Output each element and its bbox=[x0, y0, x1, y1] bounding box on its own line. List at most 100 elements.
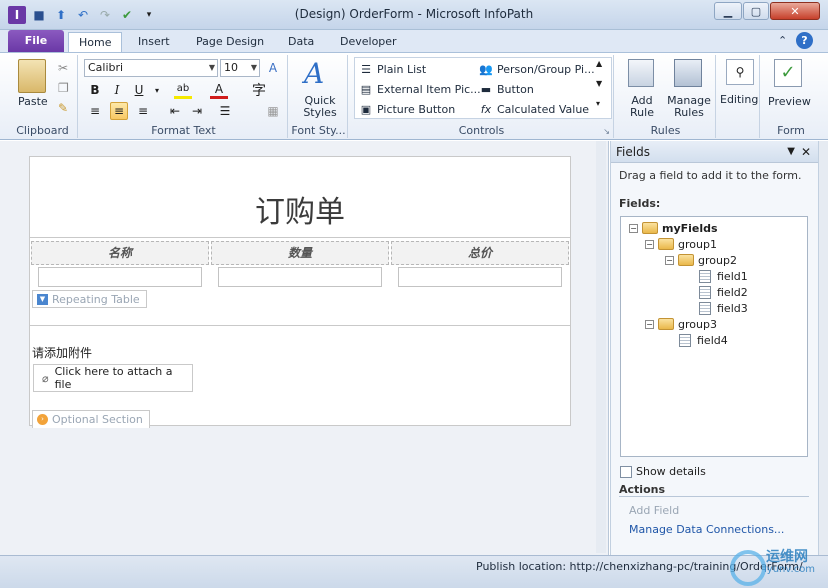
underline-icon[interactable]: U bbox=[130, 81, 148, 99]
cell-quantity-input[interactable] bbox=[218, 267, 382, 287]
window-title: (Design) OrderForm - Microsoft InfoPath bbox=[294, 7, 534, 21]
tree-node-field3[interactable]: field3 bbox=[699, 300, 748, 316]
paste-icon[interactable] bbox=[18, 59, 46, 93]
pane-menu-icon[interactable]: ▼ bbox=[787, 141, 795, 163]
format-text-group: Calibri ▼ 10 ▼ A B I U ▾ ab A 字 ≡ ≡ ≡ ⇤ ⇥ … bbox=[80, 55, 288, 138]
align-right-icon[interactable]: ≡ bbox=[134, 102, 152, 120]
add-rule-button[interactable]: Add Rule bbox=[626, 95, 658, 119]
tree-node-field1[interactable]: field1 bbox=[699, 268, 748, 284]
control-person-group-picker[interactable]: 👥 Person/Group Pi... bbox=[478, 61, 594, 77]
highlight-icon[interactable]: ab bbox=[174, 81, 192, 99]
paste-button[interactable]: Paste bbox=[18, 95, 48, 108]
tree-node-group1[interactable]: − group1 bbox=[645, 236, 717, 252]
editing-button[interactable]: Editing bbox=[720, 93, 758, 106]
collapse-icon[interactable]: − bbox=[665, 255, 674, 265]
format-painter-icon[interactable]: ✎ bbox=[58, 101, 68, 115]
column-header-name[interactable]: 名称 bbox=[31, 241, 209, 265]
cell-total-input[interactable] bbox=[398, 267, 562, 287]
fields-tree[interactable]: − myFields − group1− group2 field1 field2 field… bbox=[620, 216, 808, 457]
close-icon[interactable]: ✕ bbox=[801, 141, 811, 163]
manage-rules-button[interactable]: Manage Rules bbox=[666, 95, 712, 119]
form-template[interactable]: 订购单 名称 数量 总价 ▼ Repeating Table 请添加附件 ⌀ C… bbox=[29, 156, 571, 428]
optional-section-label: Optional Section bbox=[52, 413, 143, 426]
font-size-value: 10 bbox=[224, 61, 238, 74]
optional-section-tag[interactable]: › Optional Section bbox=[32, 410, 150, 428]
close-button[interactable]: ✕ bbox=[770, 2, 820, 20]
minimize-button[interactable]: ▁ bbox=[714, 2, 742, 20]
file-attachment-control[interactable]: ⌀ Click here to attach a file bbox=[33, 364, 193, 392]
chevron-down-icon[interactable]: ▾ bbox=[148, 81, 166, 99]
clear-formatting-icon[interactable]: A bbox=[264, 59, 282, 77]
tab-file[interactable]: File bbox=[8, 30, 64, 52]
manage-data-connections-link[interactable]: Manage Data Connections... bbox=[629, 523, 784, 536]
column-header-total[interactable]: 总价 bbox=[391, 241, 569, 265]
preview-button[interactable]: Preview bbox=[768, 95, 811, 108]
pane-scrollbar[interactable] bbox=[818, 141, 828, 555]
collapse-icon[interactable]: − bbox=[629, 223, 638, 233]
form-title[interactable]: 订购单 bbox=[30, 187, 570, 231]
fields-task-pane: Fields ▼ ✕ Drag a field to add it to the… bbox=[610, 141, 819, 555]
font-name-select[interactable]: Calibri ▼ bbox=[84, 59, 218, 77]
tree-node-field4[interactable]: field4 bbox=[679, 332, 728, 348]
quick-styles-button[interactable]: Quick Styles bbox=[302, 95, 338, 119]
show-details-checkbox[interactable]: Show details bbox=[620, 465, 706, 478]
picture-button-icon: ▣ bbox=[360, 102, 372, 116]
add-field-link[interactable]: Add Field bbox=[629, 504, 679, 517]
cut-icon[interactable]: ✂ bbox=[58, 61, 68, 75]
add-rule-icon[interactable] bbox=[628, 59, 654, 87]
font-color-icon[interactable]: A bbox=[210, 81, 228, 99]
tab-insert[interactable]: Insert bbox=[128, 32, 180, 52]
tree-node-group3[interactable]: − group3 bbox=[645, 316, 717, 332]
font-size-select[interactable]: 10 ▼ bbox=[220, 59, 260, 77]
control-plain-list[interactable]: ☰ Plain List bbox=[358, 61, 426, 77]
control-button[interactable]: ▬ Button bbox=[478, 81, 534, 97]
tree-node-myfields[interactable]: − myFields bbox=[629, 220, 718, 236]
fields-hint: Drag a field to add it to the form. bbox=[619, 169, 802, 182]
tree-node-group2[interactable]: − group2 bbox=[665, 252, 737, 268]
tree-node-field2[interactable]: field2 bbox=[699, 284, 748, 300]
format-text-group-label: Format Text bbox=[151, 124, 216, 137]
binoculars-icon[interactable]: ⚲ bbox=[726, 59, 754, 85]
repeating-table-tag[interactable]: ▼ Repeating Table bbox=[32, 290, 147, 308]
align-left-icon[interactable]: ≡ bbox=[86, 102, 104, 120]
gallery-more-icon[interactable]: ▾ bbox=[596, 99, 600, 108]
control-picture-button[interactable]: ▣ Picture Button bbox=[358, 101, 455, 117]
tree-node-label: field2 bbox=[717, 285, 748, 299]
control-external-item-picker[interactable]: ▤ External Item Pic... bbox=[358, 81, 481, 97]
checkbox-icon bbox=[620, 465, 632, 478]
attach-button-label: Click here to attach a file bbox=[54, 365, 173, 391]
gallery-scroll-up-icon[interactable]: ▲ bbox=[596, 59, 602, 68]
cell-name-input[interactable] bbox=[38, 267, 202, 287]
bullets-icon[interactable]: ☰ bbox=[216, 102, 234, 120]
control-picture-button-label: Picture Button bbox=[377, 102, 456, 116]
field-icon bbox=[679, 333, 691, 347]
italic-icon[interactable]: I bbox=[108, 81, 126, 99]
dialog-launcher-icon[interactable]: ↘ bbox=[603, 127, 610, 136]
control-calculated-value[interactable]: fx Calculated Value bbox=[478, 101, 589, 117]
copy-icon[interactable]: ❐ bbox=[58, 81, 69, 95]
canvas-scrollbar[interactable] bbox=[596, 141, 606, 553]
increase-indent-icon[interactable]: ⇥ bbox=[188, 102, 206, 120]
maximize-button[interactable]: ▢ bbox=[743, 2, 769, 20]
collapse-icon[interactable]: − bbox=[645, 239, 654, 249]
help-icon[interactable]: ? bbox=[796, 32, 813, 49]
ribbon: Paste ✂ ❐ ✎ Clipboard Calibri ▼ 10 ▼ A B I… bbox=[0, 52, 828, 140]
collapse-icon[interactable]: − bbox=[645, 319, 654, 329]
column-header-quantity[interactable]: 数量 bbox=[211, 241, 389, 265]
decrease-indent-icon[interactable]: ⇤ bbox=[166, 102, 184, 120]
tab-page-design[interactable]: Page Design bbox=[186, 32, 274, 52]
minimize-ribbon-icon[interactable]: ⌃ bbox=[778, 34, 787, 47]
manage-rules-icon[interactable] bbox=[674, 59, 702, 87]
preview-icon[interactable]: ✓ bbox=[774, 59, 802, 87]
tree-node-label: myFields bbox=[662, 221, 718, 235]
chevron-down-icon: ▼ bbox=[250, 63, 257, 72]
tab-data[interactable]: Data bbox=[278, 32, 324, 52]
quick-styles-icon[interactable]: A bbox=[304, 57, 324, 90]
character-spacing-icon[interactable]: 字 bbox=[250, 81, 268, 99]
shading-icon[interactable]: ▦ bbox=[264, 102, 282, 120]
gallery-scroll-down-icon[interactable]: ▼ bbox=[596, 79, 602, 88]
tab-home[interactable]: Home bbox=[68, 32, 123, 53]
tab-developer[interactable]: Developer bbox=[330, 32, 407, 52]
align-center-icon[interactable]: ≡ bbox=[110, 102, 128, 120]
bold-icon[interactable]: B bbox=[86, 81, 104, 99]
